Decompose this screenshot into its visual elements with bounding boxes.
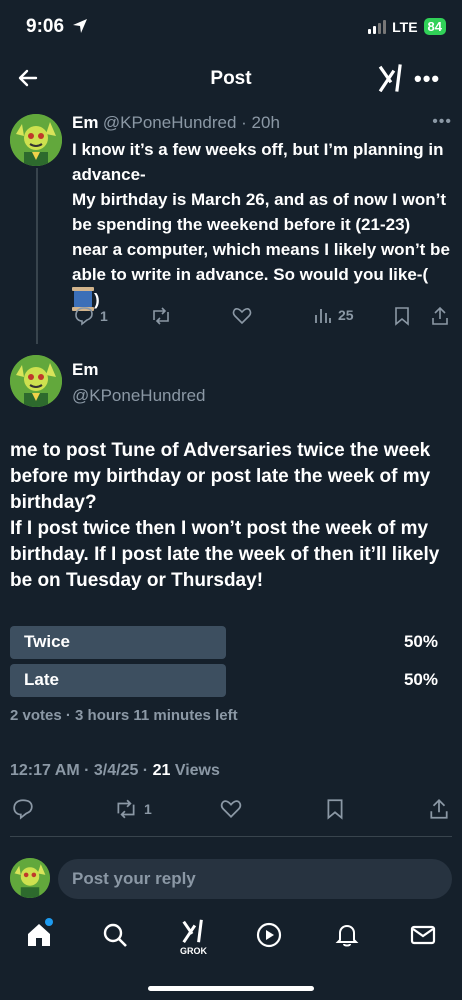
repost-count: 1 xyxy=(144,801,152,817)
header: Post ••• xyxy=(0,58,462,100)
post-timestamp: 12:17 AM · 3/4/25 · 21 Views xyxy=(10,762,220,779)
author-name[interactable]: Em xyxy=(72,360,206,380)
poll-option-percent: 50% xyxy=(403,632,438,651)
tweet-text: I know it’s a few weeks off, but I’m pla… xyxy=(72,140,450,311)
views-count[interactable]: 21 xyxy=(153,762,171,779)
status-bar: 9:06 LTE 84 xyxy=(0,0,462,56)
author-name[interactable]: Em xyxy=(72,113,98,132)
poll: Twice 50% Late 50% xyxy=(10,626,442,702)
like-button[interactable] xyxy=(220,798,242,820)
network-label: LTE xyxy=(392,18,418,35)
main-author[interactable]: Em @KPoneHundred xyxy=(72,360,206,406)
views-count: 25 xyxy=(338,307,354,323)
grok-tab-icon[interactable] xyxy=(180,918,206,949)
share-button[interactable] xyxy=(428,798,450,820)
parent-tweet-actions: 1 25 xyxy=(74,306,454,330)
battery-icon: 84 xyxy=(423,18,446,35)
grok-tab-label: GROK xyxy=(180,946,207,956)
poll-meta: 2 votes · 3 hours 11 minutes left xyxy=(10,707,238,724)
poll-option: Twice 50% xyxy=(10,626,442,659)
home-indicator[interactable] xyxy=(148,986,314,991)
main-tweet-text: me to post Tune of Adversaries twice the… xyxy=(10,440,440,591)
poll-option: Late 50% xyxy=(10,664,442,697)
more-options-icon[interactable]: ••• xyxy=(414,66,440,92)
status-time: 9:06 xyxy=(26,16,65,37)
grok-icon[interactable] xyxy=(378,64,404,97)
views-button[interactable]: 25 xyxy=(314,306,354,324)
reply-button[interactable]: 1 xyxy=(74,306,108,326)
poll-option-percent: 50% xyxy=(403,670,438,689)
share-button[interactable] xyxy=(430,306,450,326)
author-handle-time: @KPoneHundred · 20h xyxy=(102,113,280,132)
poll-option-label: Twice xyxy=(24,632,70,651)
home-icon[interactable] xyxy=(26,922,52,953)
reply-button[interactable] xyxy=(12,798,34,820)
divider xyxy=(10,836,452,837)
repost-button[interactable]: 1 xyxy=(114,798,152,820)
bookmark-button[interactable] xyxy=(326,798,344,820)
messages-envelope-icon[interactable] xyxy=(410,922,436,953)
reply-count: 1 xyxy=(100,308,108,324)
location-arrow-icon xyxy=(72,18,88,39)
search-icon[interactable] xyxy=(102,922,128,953)
notifications-bell-icon[interactable] xyxy=(334,922,360,953)
notification-dot xyxy=(45,918,53,926)
author-handle[interactable]: @KPoneHundred xyxy=(72,386,206,406)
main-tweet-actions: 1 xyxy=(0,798,462,824)
tweet-more-icon[interactable]: ••• xyxy=(432,113,452,131)
poll-option-label: Late xyxy=(24,670,59,689)
like-button[interactable] xyxy=(232,306,252,326)
thread-line xyxy=(36,168,38,344)
reply-input[interactable]: Post your reply xyxy=(58,859,452,899)
repost-button[interactable] xyxy=(150,306,172,326)
bookmark-button[interactable] xyxy=(394,306,410,326)
avatar[interactable] xyxy=(10,355,62,407)
video-play-icon[interactable] xyxy=(256,922,282,953)
avatar xyxy=(10,858,50,898)
avatar[interactable] xyxy=(10,114,62,166)
reply-bar: Post your reply xyxy=(0,852,462,904)
parent-tweet[interactable]: Em @KPoneHundred · 20h ••• I know it’s a… xyxy=(72,113,452,312)
signal-icon xyxy=(368,19,387,34)
